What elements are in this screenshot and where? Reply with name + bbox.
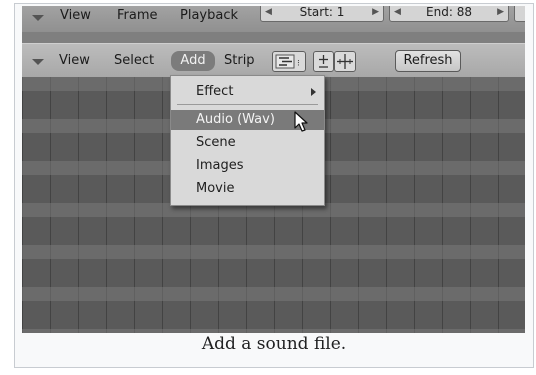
collapse-triangle-icon[interactable]: [32, 59, 44, 65]
menu-frame[interactable]: Frame: [117, 8, 158, 23]
zoom-cursor-button[interactable]: [334, 51, 356, 72]
svg-text:⁝: ⁝: [297, 59, 300, 69]
extra-field[interactable]: [514, 6, 525, 22]
menu-view-top[interactable]: View: [60, 8, 91, 23]
menu-add[interactable]: Add: [171, 51, 215, 71]
sequencer-mode-icon: ⁝: [275, 54, 300, 69]
decrement-arrow-icon[interactable]: ◀: [394, 6, 401, 21]
blender-screenshot: View Frame Playback ◀ Start: 1 ▶ ◀ End: …: [22, 6, 525, 333]
mouse-pointer-icon: [294, 111, 308, 132]
add-dropdown-menu: Effect Audio (Wav) Scene Images Movie: [170, 75, 325, 206]
refresh-button[interactable]: Refresh: [395, 50, 461, 72]
menu-select[interactable]: Select: [114, 53, 154, 68]
menu-strip[interactable]: Strip: [224, 53, 255, 68]
menu-item-images[interactable]: Images: [171, 156, 324, 176]
submenu-arrow-icon: [311, 88, 316, 96]
start-frame-field[interactable]: ◀ Start: 1 ▶: [260, 6, 384, 22]
decrement-arrow-icon[interactable]: ◀: [265, 6, 272, 21]
menu-item-effect[interactable]: Effect: [171, 82, 324, 102]
menu-item-scene[interactable]: Scene: [171, 133, 324, 153]
panel-divider: [22, 32, 525, 43]
menu-item-movie[interactable]: Movie: [171, 179, 324, 199]
image-caption: Add a sound file.: [201, 334, 347, 354]
menu-separator: [177, 104, 318, 105]
menu-playback[interactable]: Playback: [180, 8, 238, 23]
plus-minus-icon: [319, 55, 328, 68]
end-frame-field[interactable]: ◀ End: 88 ▶: [389, 6, 509, 22]
increment-arrow-icon[interactable]: ▶: [372, 6, 379, 21]
menu-view[interactable]: View: [59, 53, 90, 68]
collapse-triangle-icon[interactable]: [32, 15, 44, 21]
display-mode-dropdown[interactable]: ⁝: [272, 51, 306, 72]
crosshair-icon: [337, 54, 353, 69]
timeline-header: View Frame Playback ◀ Start: 1 ▶ ◀ End: …: [22, 6, 525, 33]
safe-margin-button[interactable]: [313, 51, 334, 72]
increment-arrow-icon[interactable]: ▶: [497, 6, 504, 21]
